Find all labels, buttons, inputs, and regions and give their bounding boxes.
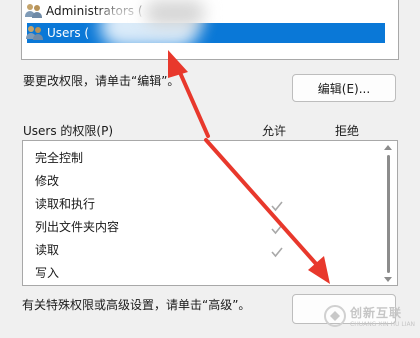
- logo-icon: [324, 305, 346, 327]
- watermark-subtext: CHUANG XIN HU LIAN: [350, 321, 416, 328]
- annotation-arrow-line: [204, 138, 320, 268]
- watermark-logo: 创新互联 CHUANG XIN HU LIAN: [324, 304, 415, 328]
- annotation-arrow-line: [176, 66, 210, 138]
- annotation-arrows: [168, 50, 330, 284]
- annotation-arrowhead: [168, 50, 188, 78]
- watermark-text: 创新互联: [350, 306, 403, 320]
